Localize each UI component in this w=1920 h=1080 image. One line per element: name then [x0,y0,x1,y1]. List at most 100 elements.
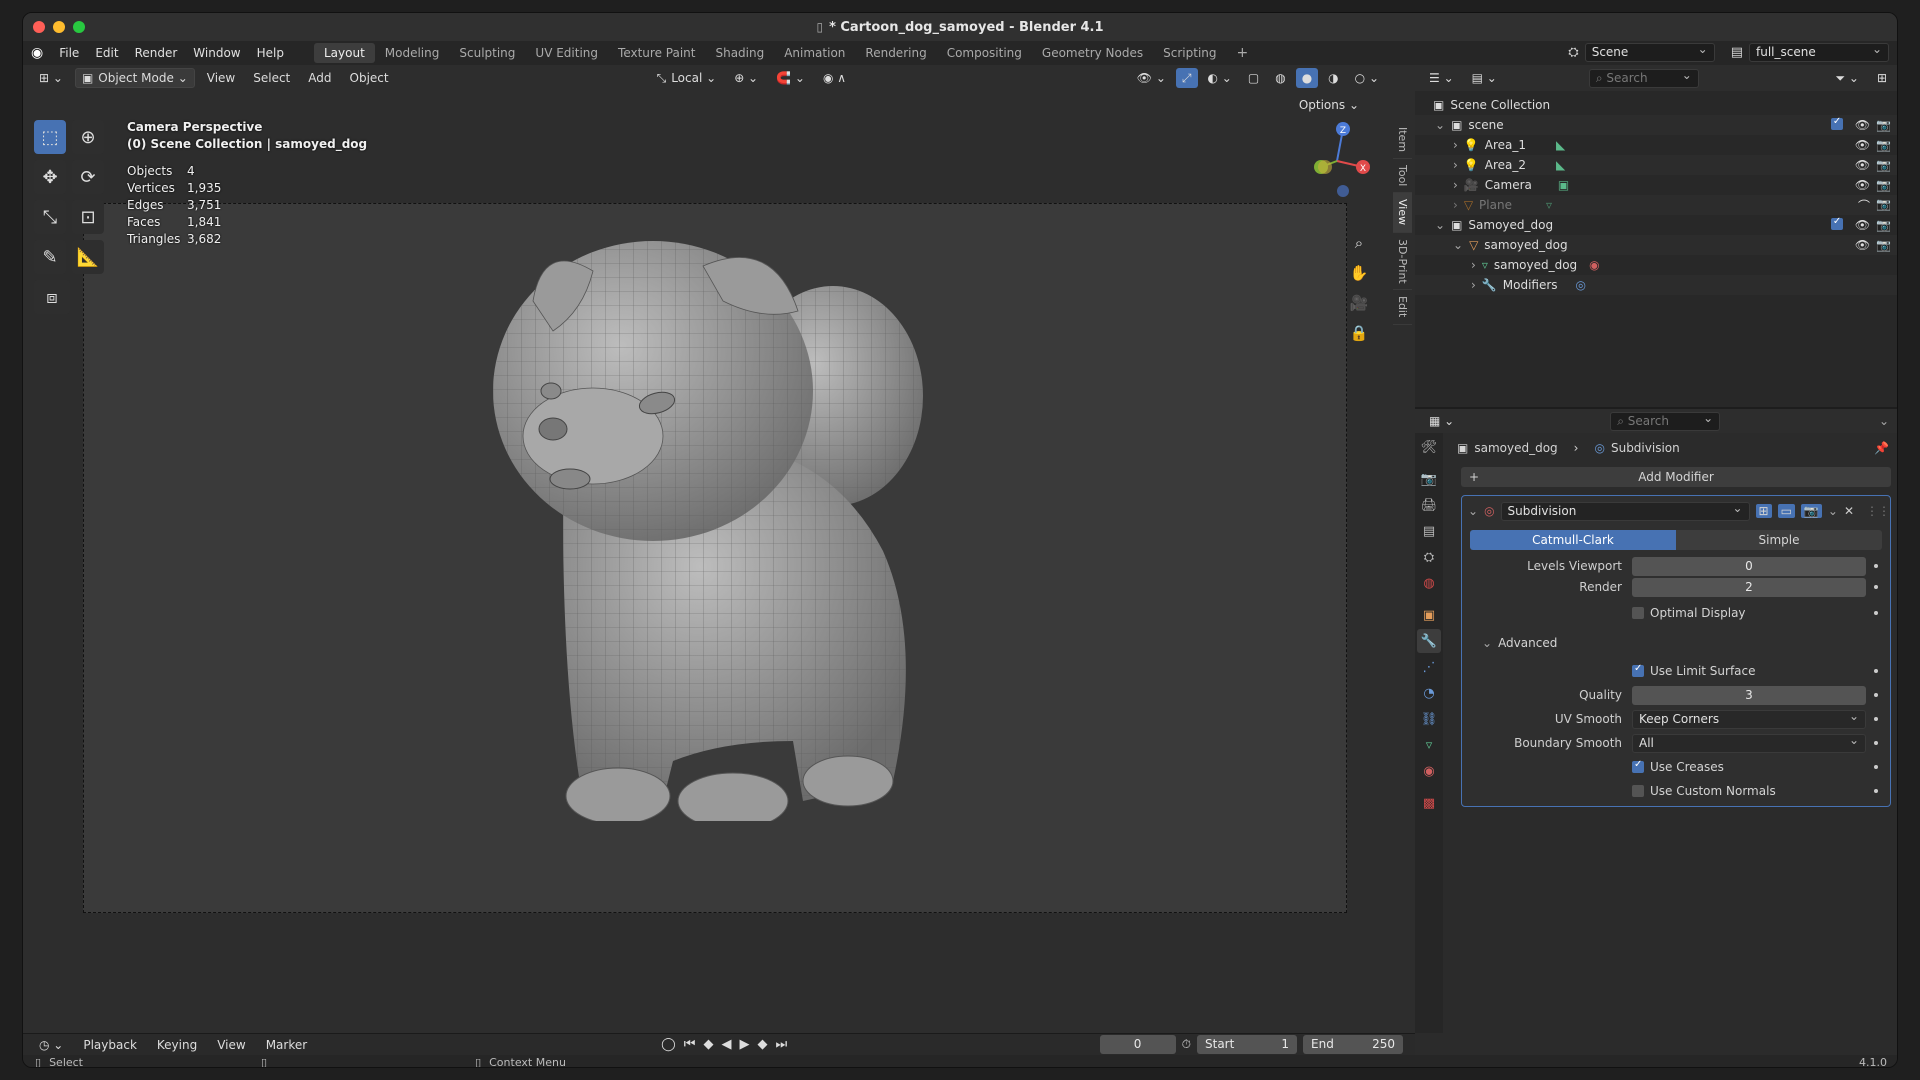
tab-geometry-nodes[interactable]: Geometry Nodes [1032,43,1153,63]
properties-editor-icon[interactable]: ▦ ⌄ [1423,411,1460,431]
menu-object[interactable]: Object [344,68,395,88]
render-toggle-icon[interactable]: 📷 [1800,504,1822,518]
wireframe-shading-icon[interactable]: ◍ [1269,68,1291,88]
pivot-icon[interactable]: ⊕ ⌄ [728,68,764,88]
render-camera-icon[interactable]: 📷 [1876,118,1891,132]
editor-type-icon[interactable]: ⊞ ⌄ [33,68,69,88]
edit-mode-toggle-icon[interactable]: ⊞ [1755,504,1772,518]
display-mode-icon[interactable]: ▤ ⌄ [1466,68,1503,88]
blender-logo-icon[interactable]: ◉ [31,45,43,61]
use-creases-checkbox[interactable] [1632,759,1644,773]
rotate-tool-icon[interactable]: ⟳ [72,160,104,194]
animate-property-dot[interactable] [1874,717,1878,721]
side-tab-tool[interactable]: Tool [1393,159,1412,194]
outliner-editor-icon[interactable]: ☰ ⌄ [1423,68,1460,88]
gizmo-toggle-icon[interactable]: ⤢ [1175,68,1198,88]
eye-icon[interactable]: 👁 [1855,158,1870,172]
scale-tool-icon[interactable]: ⤡ [34,200,66,234]
modifier-menu-icon[interactable]: ⌄ [1828,504,1838,518]
render-camera-icon[interactable]: 📷 [1876,158,1891,172]
play-icon[interactable]: ▶ [739,1037,749,1052]
jump-start-icon[interactable]: ⏮ [684,1037,696,1052]
add-cube-tool-icon[interactable]: ⧈ [34,280,70,314]
quality-field[interactable]: 3 [1632,685,1866,705]
auto-key-icon[interactable]: ◯ [661,1037,676,1052]
visibility-icon[interactable]: 👁 ⌄ [1131,68,1172,88]
chevron-down-icon[interactable]: ⌄ [1879,414,1889,428]
scene-icon[interactable]: ⛭ [1568,45,1578,60]
pin-icon[interactable]: 📌 [1874,441,1889,455]
chevron-down-icon[interactable]: ⌄ [1435,218,1445,232]
outliner-row-area-2[interactable]: › 💡 Area_2 ◣ 👁 📷 [1415,155,1897,175]
play-reverse-icon[interactable]: ◀ [721,1037,731,1052]
animate-property-dot[interactable] [1874,669,1878,673]
tool-tab-icon[interactable]: 🛠 [1417,435,1441,459]
tab-animation[interactable]: Animation [774,43,855,63]
outliner-row-area-1[interactable]: › 💡 Area_1 ◣ 👁 📷 [1415,135,1897,155]
outliner-row-scene-collection[interactable]: ▣ Scene Collection [1415,95,1897,115]
tab-layout[interactable]: Layout [313,43,375,63]
samoyed-dog-mesh[interactable] [423,221,983,821]
menu-edit[interactable]: Edit [87,46,126,60]
chevron-down-icon[interactable]: ⌄ [1468,504,1478,518]
tab-catmull-clark[interactable]: Catmull-Clark [1470,530,1676,550]
menu-help[interactable]: Help [249,46,292,60]
3d-viewport[interactable]: ⬚ ⊕ ✥ ⟳ ⤡ ⊡ ✎ 📐 ⧈ Camera Perspective (0)… [23,91,1393,1033]
tab-uv-editing[interactable]: UV Editing [525,43,608,63]
material-shading-icon[interactable]: ◑ [1322,68,1344,88]
tab-sculpting[interactable]: Sculpting [449,43,525,63]
animate-property-dot[interactable] [1874,564,1878,568]
mode-selector[interactable]: ▣ Object Mode ⌄ [74,68,195,88]
advanced-subpanel-header[interactable]: ⌄ Advanced [1462,633,1890,653]
animate-property-dot[interactable] [1874,585,1878,589]
end-frame-field[interactable]: End 250 [1303,1035,1403,1054]
properties-search-input[interactable]: ⌕ Search [1610,410,1721,431]
tab-scripting[interactable]: Scripting [1153,43,1226,63]
world-tab-icon[interactable]: ◍ [1417,571,1441,595]
timeline-menu-keying[interactable]: Keying [151,1035,203,1055]
data-tab-icon[interactable]: ▿ [1417,733,1441,757]
animate-property-dot[interactable] [1874,765,1878,769]
side-tab-item[interactable]: Item [1393,121,1412,160]
render-camera-icon[interactable]: 📷 [1876,178,1891,192]
start-frame-field[interactable]: Start 1 [1197,1035,1297,1054]
timeline-editor-icon[interactable]: ◷ ⌄ [33,1035,69,1055]
filter-icon[interactable]: ⏷ ⌄ [1830,68,1865,88]
snap-icon[interactable]: 🧲 ⌄ [770,68,811,88]
move-tool-icon[interactable]: ✥ [34,160,66,194]
side-tab-edit[interactable]: Edit [1393,290,1412,325]
proportional-edit-icon[interactable]: ◉ ∧ [817,68,852,88]
menu-select[interactable]: Select [247,68,296,88]
tab-compositing[interactable]: Compositing [937,43,1032,63]
tab-texture-paint[interactable]: Texture Paint [608,43,705,63]
scene-selector[interactable]: Scene [1584,41,1715,62]
options-dropdown[interactable]: Options ⌄ [1293,95,1365,115]
menu-render[interactable]: Render [127,46,186,60]
chevron-right-icon[interactable]: › [1453,158,1458,172]
measure-tool-icon[interactable]: 📐 [72,240,104,274]
chevron-right-icon[interactable]: › [1453,178,1458,192]
transform-tool-icon[interactable]: ⊡ [72,200,104,234]
output-tab-icon[interactable]: 🖨 [1417,493,1441,517]
jump-end-icon[interactable]: ⏭ [775,1037,787,1052]
render-camera-icon[interactable]: 📷 [1876,138,1891,152]
tab-rendering[interactable]: Rendering [855,43,936,63]
render-levels-field[interactable]: 2 [1632,577,1866,597]
view-layer-selector[interactable]: full_scene [1749,41,1889,62]
menu-view[interactable]: View [201,68,241,88]
modifier-tab-icon[interactable]: 🔧 [1417,629,1441,653]
object-tab-icon[interactable]: ▣ [1417,603,1441,627]
next-keyframe-icon[interactable]: ◆ [757,1037,767,1052]
eye-hidden-icon[interactable]: ⌒ [1858,197,1870,214]
tab-modeling[interactable]: Modeling [375,43,450,63]
outliner-row-samoyed-collection[interactable]: ⌄▣Samoyed_dog 👁📷 [1415,215,1897,235]
minimize-window-button[interactable] [53,21,65,33]
zoom-window-button[interactable] [73,21,85,33]
xray-toggle-icon[interactable]: ▢ [1242,68,1265,88]
levels-viewport-field[interactable]: 0 [1632,556,1866,576]
lock-icon[interactable]: 🔒 [1347,321,1371,345]
constraints-tab-icon[interactable]: ⛓ [1417,707,1441,731]
eye-icon[interactable]: 👁 [1855,138,1870,152]
eye-icon[interactable]: 👁 [1855,178,1870,192]
zoom-icon[interactable]: ⌕ [1347,231,1371,255]
